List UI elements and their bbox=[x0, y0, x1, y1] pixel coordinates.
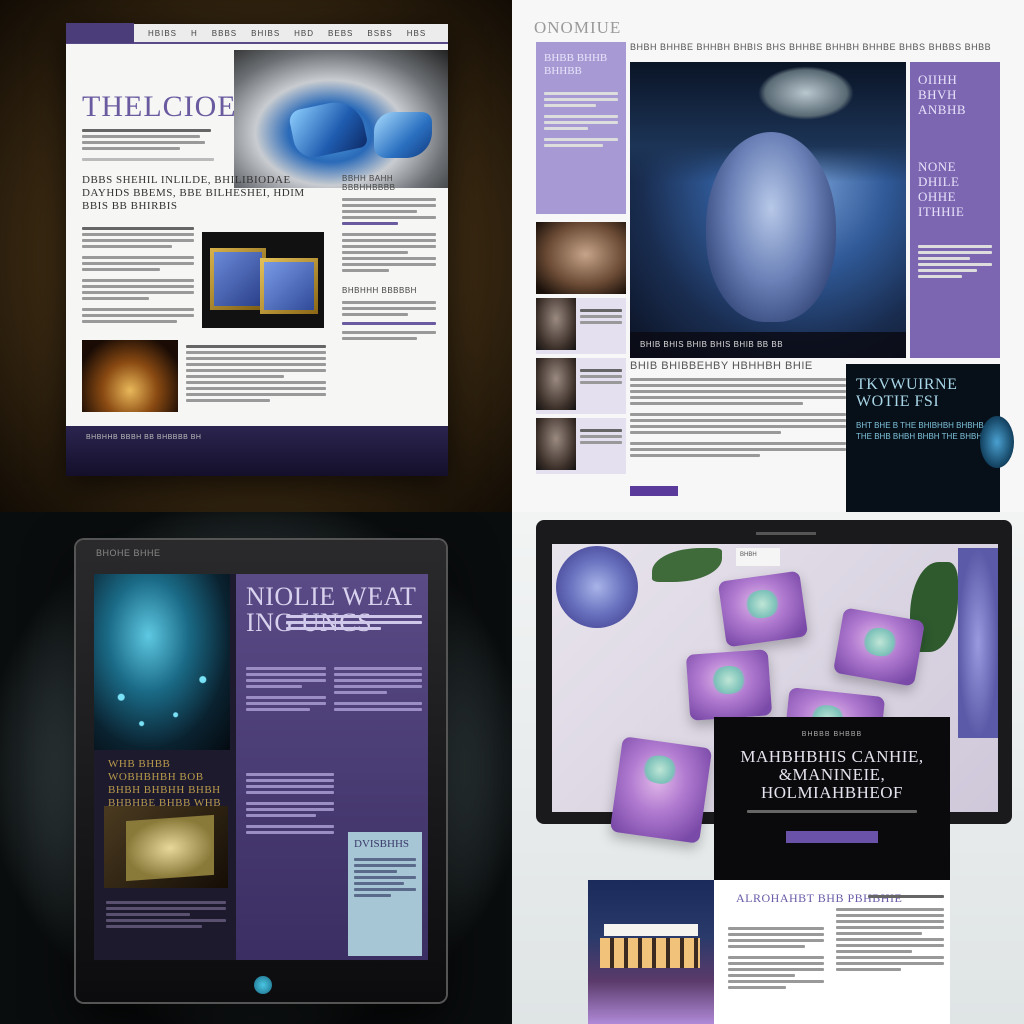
thumbnail-item[interactable] bbox=[536, 222, 626, 294]
tablet-speaker bbox=[756, 532, 816, 535]
top-navigation: HBIBS H BBBS BHIBS HBD BEBS BSBS HBS bbox=[66, 23, 448, 44]
top-navigation[interactable]: BHBH BHHBE BHHBH BHBIS BHS BHHBE BHHBH B… bbox=[630, 42, 1000, 56]
read-more-button[interactable] bbox=[630, 486, 678, 496]
light-info-box: DVISBHHS bbox=[348, 832, 422, 956]
hero-caption: BHIB BHIS BHIB BHIS BHIB BB BB bbox=[640, 340, 784, 349]
book-image bbox=[104, 806, 228, 888]
promo-headline: TKVWUIRNE WOTIE FSI bbox=[856, 376, 958, 410]
product-tag: BHBH bbox=[736, 548, 780, 566]
purple-sidebar: OIIHH BHVH ANBHB NONE DHILE OHHE ITHHIE bbox=[910, 62, 1000, 358]
gemstone-hero-image bbox=[234, 50, 448, 188]
magazine-layout-mockup-1: HBIBS H BBBS BHIBS HBD BEBS BSBS HBS THE… bbox=[0, 0, 512, 512]
caption-text bbox=[106, 898, 226, 931]
thumbnail-item[interactable] bbox=[536, 298, 626, 354]
headline-subtitle bbox=[286, 612, 422, 633]
portrait-hero-image: BHIB BHIS BHIB BHIS BHIB BB BB bbox=[630, 62, 906, 358]
leaf-image bbox=[652, 548, 722, 582]
sidebar-column: BBHH BAHH BBBHHBBBB BHBHHH BBBBBH bbox=[342, 174, 436, 343]
page-mockup: HBIBS H BBBS BHIBS HBD BEBS BSBS HBS THE… bbox=[66, 23, 448, 476]
home-button[interactable] bbox=[254, 976, 272, 994]
article-headline: DBBS SHEHIL INLILDE, BHILIBIODAE DAYHDS … bbox=[82, 174, 305, 212]
tablet-magazine-mockup: BHOHE BHHE WHB BHBB WOBHBHBH BOB BHBH BH… bbox=[0, 512, 512, 1024]
section-text-left bbox=[728, 924, 824, 992]
sidebar-title: BHBHHH BBBBBH bbox=[342, 286, 417, 295]
nav-item[interactable]: H bbox=[191, 29, 198, 38]
glowing-forest-image bbox=[94, 574, 230, 750]
sidebar-title: BBHH BAHH BBBHHBBBB bbox=[342, 174, 396, 192]
rose-image bbox=[556, 546, 638, 628]
hero-headline: MAHBHBHIS CANHIE, &MANINEIE, HOLMIAHBHEO… bbox=[740, 747, 924, 802]
promo-body: BHT BHE B THE BHIBHBH BHBHB THE BHB BHBH… bbox=[856, 421, 984, 441]
thumbnail-item[interactable] bbox=[536, 418, 626, 474]
feature-box: BHBB BHHB BHHBB bbox=[536, 42, 626, 214]
section-text-right bbox=[836, 892, 944, 974]
lower-content-section: ALROHAHBT BHB PBHBHIE bbox=[588, 880, 950, 1024]
article-headline: BHIB BHIBBEHBY HBHHBH BHIE bbox=[630, 360, 813, 372]
tablet-screen: WHB BHBB WOBHBHBH BOB BHBH BHBHH BHBH BH… bbox=[94, 574, 428, 960]
nav-logo-block bbox=[66, 23, 134, 43]
page-mockup: ONOMIUE BHBH BHHBE BHHBH BHBIS BHS BHHBE… bbox=[512, 0, 1024, 512]
soap-bar-image bbox=[832, 607, 926, 687]
rose-image bbox=[958, 548, 998, 738]
hero-kicker: BHBBB BHBBB bbox=[801, 731, 863, 738]
tablet-device: BHOHE BHHE WHB BHBB WOBHBHBH BOB BHBH BH… bbox=[76, 540, 446, 1002]
nav-item[interactable]: HBS bbox=[407, 29, 426, 38]
thumbnail-list bbox=[536, 222, 626, 478]
footer-text: BHBHHB BBBH BB BHBBBB BH bbox=[86, 434, 202, 441]
hero-text-panel: BHBBB BHBBB MAHBHBHIS CANHIE, &MANINEIE,… bbox=[714, 717, 950, 883]
nav-item[interactable]: HBIBS bbox=[148, 29, 177, 38]
soap-bar-image bbox=[717, 570, 809, 648]
site-logo[interactable]: ONOMIUE bbox=[534, 18, 621, 38]
article-column-left bbox=[82, 224, 194, 326]
dark-promo-box: TKVWUIRNE WOTIE FSI BHT BHE B THE BHIBHB… bbox=[846, 364, 1014, 512]
article-column-1 bbox=[246, 664, 326, 714]
soap-bar-image bbox=[685, 649, 773, 721]
nav-item[interactable]: BSBS bbox=[367, 29, 392, 38]
info-box-title: DVISBHHS bbox=[354, 838, 410, 850]
page-footer: BHBHHB BBBH BB BHBBBB BH bbox=[66, 426, 448, 476]
storefront-image bbox=[588, 880, 714, 1024]
article-column-3 bbox=[246, 770, 422, 837]
sidebar-heading: NONE DHILE OHHE ITHHIE bbox=[918, 159, 965, 219]
nav-item[interactable]: HBD bbox=[294, 29, 314, 38]
thumbnail-item[interactable] bbox=[536, 358, 626, 414]
nav-item[interactable]: BEBS bbox=[328, 29, 353, 38]
shop-now-button[interactable] bbox=[786, 831, 878, 843]
chandelier-hall-image bbox=[82, 340, 178, 412]
tablet-status-bar: BHOHE BHHE bbox=[96, 548, 161, 558]
intro-text bbox=[82, 126, 222, 164]
product-website-mockup: BHBH BHBBB BHBBB MAHBHBHIS CANHIE, &MANI… bbox=[512, 512, 1024, 1024]
soap-bar-image bbox=[609, 736, 713, 844]
page-title: THELCIOE bbox=[82, 90, 237, 123]
article-column-2 bbox=[334, 664, 422, 714]
nav-item[interactable]: BHIBS bbox=[251, 29, 280, 38]
feature-box-title: BHBB BHHB BHHBB bbox=[544, 52, 608, 77]
jewelry-box-image bbox=[202, 232, 324, 328]
article-column-mid bbox=[186, 342, 326, 405]
sidebar-heading: OIIHH BHVH ANBHB bbox=[918, 72, 967, 117]
nav-item[interactable]: BBBS bbox=[212, 29, 237, 38]
magazine-layout-mockup-2: ONOMIUE BHBH BHHBE BHHBH BHBIS BHS BHHBE… bbox=[512, 0, 1024, 512]
article-body: BHIB BHIBBEHBY HBHHBH BHIE bbox=[630, 360, 846, 460]
